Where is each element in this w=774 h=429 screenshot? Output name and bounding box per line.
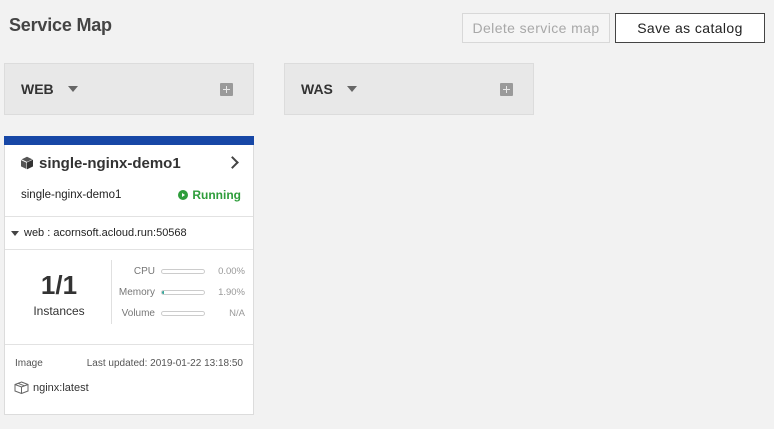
group-label: WEB bbox=[21, 81, 54, 97]
metric-volume: Volume N/A bbox=[113, 306, 245, 320]
metric-memory: Memory 1.90% bbox=[113, 285, 245, 299]
status-text: Running bbox=[192, 188, 241, 202]
group-web: WEB bbox=[4, 63, 254, 115]
page-title: Service Map bbox=[9, 15, 112, 35]
metric-value: 1.90% bbox=[218, 286, 245, 298]
save-as-catalog-button[interactable]: Save as catalog bbox=[615, 13, 765, 43]
card-header[interactable]: single-nginx-demo1 bbox=[5, 145, 253, 181]
caret-down-icon[interactable] bbox=[67, 86, 78, 92]
metric-value: N/A bbox=[229, 307, 245, 319]
package-icon bbox=[14, 381, 29, 394]
divider bbox=[111, 260, 112, 324]
metric-label: Memory bbox=[118, 286, 155, 298]
card-title: single-nginx-demo1 bbox=[39, 154, 181, 172]
plus-square-icon[interactable] bbox=[500, 83, 513, 96]
stats-panel: 1/1 Instances CPU 0.00% Memory 1.90% Vol… bbox=[5, 250, 253, 345]
metric-bar bbox=[161, 268, 205, 274]
chevron-right-icon[interactable] bbox=[226, 156, 239, 169]
image-label: Image bbox=[15, 358, 43, 369]
endpoint-row[interactable]: web : acornsoft.acloud.run:50568 bbox=[5, 216, 253, 250]
endpoint-text: web : acornsoft.acloud.run:50568 bbox=[24, 227, 187, 239]
metric-label: CPU bbox=[133, 265, 155, 277]
metric-bar bbox=[161, 310, 205, 316]
metric-value: 0.00% bbox=[218, 265, 245, 277]
cube-icon bbox=[20, 156, 34, 170]
metric-cpu: CPU 0.00% bbox=[113, 264, 245, 278]
card-subtitle: single-nginx-demo1 bbox=[21, 189, 122, 201]
status-badge: Running bbox=[178, 188, 241, 202]
instances-label: Instances bbox=[33, 304, 85, 319]
delete-service-map-button[interactable]: Delete service map bbox=[462, 13, 610, 43]
play-circle-icon bbox=[178, 190, 189, 200]
image-row: nginx:latest bbox=[14, 381, 89, 394]
group-was: WAS bbox=[284, 63, 534, 115]
metric-label: Volume bbox=[121, 307, 155, 319]
last-updated-text: Last updated: 2019-01-22 13:18:50 bbox=[86, 358, 243, 369]
card-subtitle-row: single-nginx-demo1 Running bbox=[5, 181, 253, 209]
service-card: single-nginx-demo1 single-nginx-demo1 Ru… bbox=[4, 136, 254, 415]
instances-summary: 1/1 Instances bbox=[15, 270, 103, 318]
instances-count: 1/1 bbox=[40, 270, 78, 300]
group-label: WAS bbox=[301, 81, 333, 97]
metric-bar-fill bbox=[162, 290, 164, 294]
card-accent-bar bbox=[4, 136, 254, 145]
caret-down-icon[interactable] bbox=[346, 86, 357, 92]
plus-square-icon[interactable] bbox=[220, 83, 233, 96]
card-footer: Image Last updated: 2019-01-22 13:18:50 … bbox=[5, 345, 253, 411]
metric-bar bbox=[161, 289, 205, 295]
image-name: nginx:latest bbox=[33, 381, 89, 394]
caret-down-icon[interactable] bbox=[11, 230, 19, 236]
